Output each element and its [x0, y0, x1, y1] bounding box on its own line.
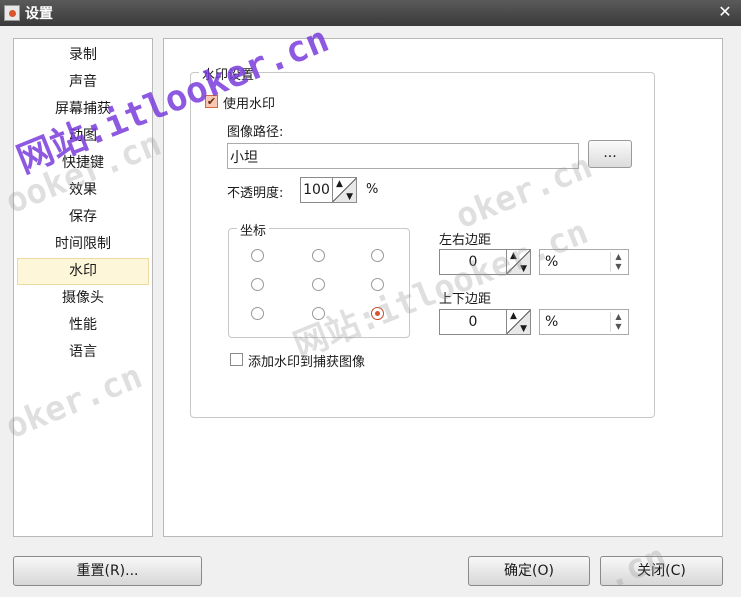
sidebar-item-webcam[interactable]: 摄像头 — [17, 285, 149, 312]
vertical-margin-value[interactable]: 0 — [440, 310, 506, 334]
watermark-settings-group: 水印设置 ✔ 使用水印 图像路径: 小坦 ... 不透明度: 100 ▲ ▼ % … — [190, 64, 655, 418]
horizontal-margin-unit-select[interactable]: % ▲ ▼ — [539, 249, 629, 275]
coordinate-title: 坐标 — [237, 220, 270, 239]
select-arrows-icon: ▲ ▼ — [610, 252, 626, 272]
sidebar-item-hotkeys[interactable]: 快捷键 — [17, 150, 149, 177]
vertical-margin-spin-arrows[interactable]: ▲ ▼ — [506, 310, 530, 334]
horizontal-margin-stepper[interactable]: 0 ▲ ▼ — [439, 249, 531, 275]
close-icon[interactable]: ✕ — [715, 2, 735, 22]
sidebar-item-time-limit[interactable]: 时间限制 — [17, 231, 149, 258]
coordinate-group: 坐标 — [228, 220, 410, 338]
add-to-capture-label: 添加水印到捕获图像 — [248, 355, 366, 370]
browse-button[interactable]: ... — [588, 140, 632, 168]
position-radio-top-left[interactable] — [251, 249, 264, 262]
vertical-margin-label: 上下边距 — [439, 292, 492, 307]
reset-button[interactable]: 重置(R)... — [13, 556, 202, 586]
sidebar-item-watermark[interactable]: 水印 — [17, 258, 149, 285]
position-radio-bottom-left[interactable] — [251, 307, 264, 320]
sidebar-item-gif[interactable]: 动图 — [17, 123, 149, 150]
horizontal-margin-label: 左右边距 — [439, 233, 492, 248]
horizontal-margin-value[interactable]: 0 — [440, 250, 506, 274]
sidebar-item-performance[interactable]: 性能 — [17, 312, 149, 339]
add-to-capture-checkbox[interactable] — [230, 353, 243, 366]
position-radio-top-center[interactable] — [312, 249, 325, 262]
use-watermark-checkbox[interactable]: ✔ — [205, 95, 218, 108]
select-arrows-icon: ▲ ▼ — [610, 312, 626, 332]
sidebar-item-save[interactable]: 保存 — [17, 204, 149, 231]
title-bar: 设置 ✕ — [0, 0, 741, 26]
vertical-margin-unit: % — [545, 314, 559, 330]
opacity-unit: % — [366, 182, 379, 197]
opacity-spin-arrows[interactable]: ▲ ▼ — [332, 178, 356, 202]
sidebar-item-screen-capture[interactable]: 屏幕捕获 — [17, 96, 149, 123]
position-radio-top-right[interactable] — [371, 249, 384, 262]
image-path-label: 图像路径: — [227, 125, 284, 140]
horizontal-margin-unit: % — [545, 254, 559, 270]
app-icon — [4, 5, 20, 21]
sidebar-item-audio[interactable]: 声音 — [17, 69, 149, 96]
settings-sidebar: 录制 声音 屏幕捕获 动图 快捷键 效果 保存 时间限制 水印 摄像头 性能 语… — [13, 38, 153, 537]
opacity-value[interactable]: 100 — [301, 178, 332, 202]
group-title: 水印设置 — [199, 64, 258, 83]
watermark-settings-panel: 水印设置 ✔ 使用水印 图像路径: 小坦 ... 不透明度: 100 ▲ ▼ % … — [163, 38, 723, 537]
sidebar-item-record[interactable]: 录制 — [17, 42, 149, 69]
sidebar-item-effects[interactable]: 效果 — [17, 177, 149, 204]
vertical-margin-unit-select[interactable]: % ▲ ▼ — [539, 309, 629, 335]
position-radio-center[interactable] — [312, 278, 325, 291]
use-watermark-label: 使用水印 — [223, 97, 276, 112]
horizontal-margin-spin-arrows[interactable]: ▲ ▼ — [506, 250, 530, 274]
vertical-margin-stepper[interactable]: 0 ▲ ▼ — [439, 309, 531, 335]
position-radio-bottom-right[interactable] — [371, 307, 384, 320]
position-radio-bottom-center[interactable] — [312, 307, 325, 320]
sidebar-item-language[interactable]: 语言 — [17, 339, 149, 366]
opacity-stepper[interactable]: 100 ▲ ▼ — [300, 177, 357, 203]
position-radio-middle-right[interactable] — [371, 278, 384, 291]
ok-button[interactable]: 确定(O) — [468, 556, 590, 586]
position-radio-middle-left[interactable] — [251, 278, 264, 291]
window-title: 设置 — [25, 6, 53, 22]
image-path-input[interactable]: 小坦 — [227, 143, 579, 169]
close-button[interactable]: 关闭(C) — [600, 556, 723, 586]
opacity-label: 不透明度: — [227, 186, 284, 201]
